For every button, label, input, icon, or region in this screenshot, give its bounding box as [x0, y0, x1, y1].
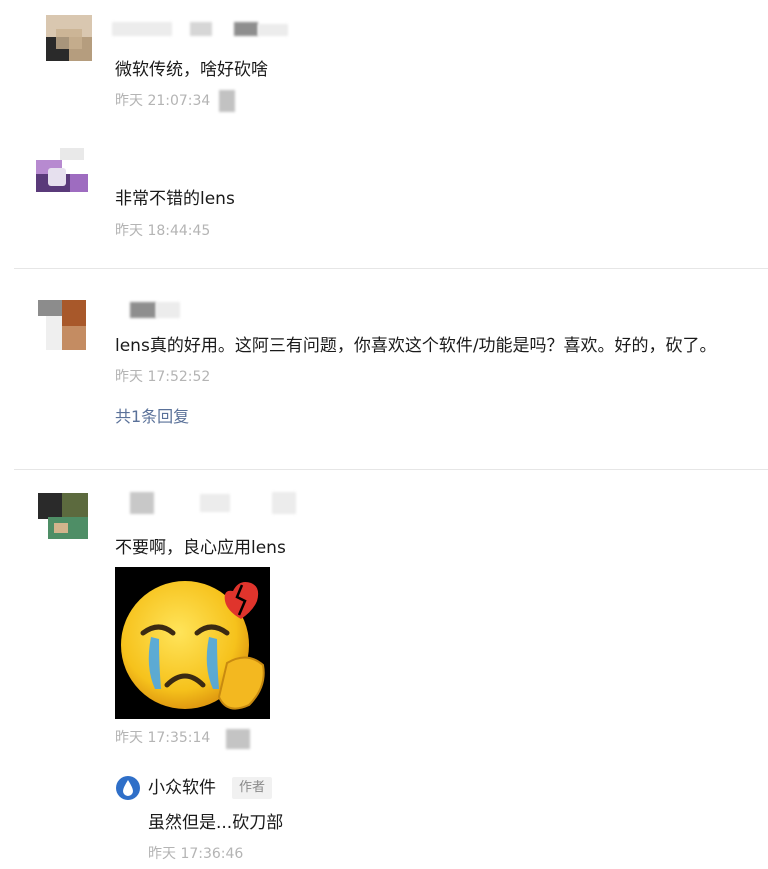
comment-time: 昨天 21:07:34 — [115, 93, 211, 109]
comment-time: 昨天 17:35:14 — [115, 730, 211, 746]
droplet-icon — [123, 780, 133, 796]
redacted-mark — [226, 729, 250, 749]
comment-text: 不要啊，良心应用lens — [115, 538, 286, 558]
divider — [14, 469, 768, 470]
crying-emoji-sticker[interactable] — [115, 567, 270, 719]
avatar[interactable] — [38, 300, 86, 350]
reply-time: 昨天 17:36:46 — [148, 846, 244, 862]
avatar[interactable] — [38, 493, 88, 539]
reply-text: 虽然但是...砍刀部 — [148, 813, 284, 833]
divider — [14, 268, 768, 269]
avatar[interactable] — [46, 15, 92, 61]
avatar[interactable] — [36, 148, 88, 194]
author-logo-icon[interactable] — [116, 776, 140, 800]
crying-emoji-broken-heart-icon — [121, 581, 265, 710]
comment-text: 微软传统，啥好砍啥 — [115, 60, 268, 80]
comment-time: 昨天 17:52:52 — [115, 369, 211, 385]
author-name[interactable]: 小众软件 — [148, 776, 216, 800]
comment-time: 昨天 18:44:45 — [115, 223, 211, 239]
redacted-mark — [219, 90, 235, 112]
comment-text: 非常不错的lens — [115, 189, 235, 209]
view-replies-link[interactable]: 共1条回复 — [115, 406, 189, 428]
author-badge: 作者 — [232, 777, 273, 799]
comment-text: lens真的好用。这阿三有问题，你喜欢这个软件/功能是吗？喜欢。好的，砍了。 — [115, 336, 717, 356]
